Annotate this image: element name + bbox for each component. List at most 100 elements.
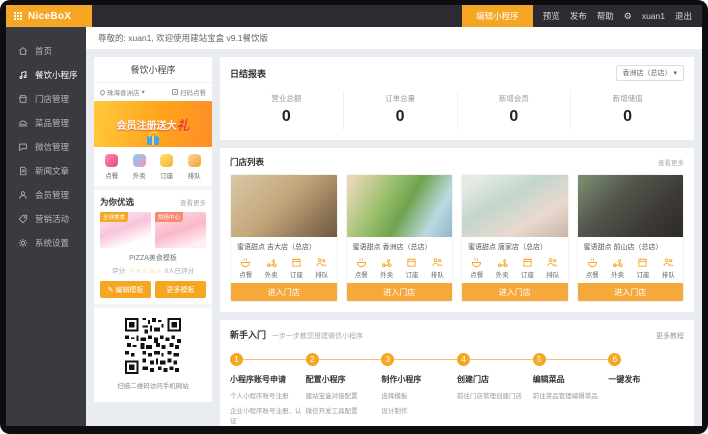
miniprogram-preview-panel: 餐饮小程序 珠海香洲店 ▾ 扫码点餐 会员注册送大 礼	[94, 57, 212, 402]
edit-miniprogram-button[interactable]: 编辑小程序	[462, 5, 533, 27]
store-feature-takeout[interactable]: 外卖	[265, 257, 278, 279]
logout-link[interactable]: 退出	[675, 10, 692, 22]
recommend-title: 为你优选	[100, 196, 134, 208]
banner-text: 会员注册送大	[116, 117, 176, 132]
topbar-links: 预览 发布 帮助 ⚙ xuan1 退出	[533, 5, 702, 27]
calendar-icon	[637, 257, 648, 268]
enter-store-button[interactable]: 进入门店	[347, 283, 453, 301]
location-label: 珠海香洲店	[107, 87, 140, 97]
scan-order-button[interactable]: 扫码点餐	[172, 87, 206, 97]
store-feature-queue[interactable]: 排队	[662, 257, 675, 279]
store-select-dropdown[interactable]: 香洲店（总店） ▾	[616, 65, 684, 81]
guide-step-1: 1 小程序账号申请 个人小程序账号注册 企业小程序账号注册、认证 微信公众号注册…	[230, 353, 306, 426]
store-feature-reservation[interactable]: 订座	[290, 257, 303, 279]
publish-link[interactable]: 发布	[570, 10, 587, 22]
sidebar-item-home[interactable]: 首页	[6, 39, 86, 63]
wechat-icon	[18, 142, 28, 152]
step-link[interactable]: 个人小程序账号注册	[230, 390, 302, 400]
settings-gear-icon[interactable]: ⚙	[624, 11, 632, 22]
sidebar-item-member-management[interactable]: 会员管理	[6, 183, 86, 207]
store-photo	[347, 175, 453, 237]
step-number: 6	[608, 353, 621, 366]
feature-reservation[interactable]: 订座	[160, 154, 173, 180]
store-feature-order[interactable]: 点餐	[239, 257, 252, 279]
scooter-icon	[612, 257, 623, 268]
feature-takeout[interactable]: 外卖	[133, 154, 146, 180]
step-link[interactable]: 企业小程序账号注册、认证	[230, 405, 302, 425]
store-feature-takeout[interactable]: 外卖	[496, 257, 509, 279]
store-feature-reservation[interactable]: 订座	[636, 257, 649, 279]
sidebar-item-label: 会员管理	[35, 189, 69, 201]
recommend-more-link[interactable]: 查看更多	[180, 197, 206, 207]
sidebar-item-wechat-management[interactable]: 微信管理	[6, 135, 86, 159]
store-feature-reservation[interactable]: 订座	[521, 257, 534, 279]
rating-count: 0人已评分	[164, 268, 194, 275]
step-number: 2	[306, 353, 319, 366]
store-feature-takeout[interactable]: 外卖	[380, 257, 393, 279]
calendar-icon	[406, 257, 417, 268]
location-selector[interactable]: 珠海香洲店 ▾	[100, 87, 145, 97]
store-feature-queue[interactable]: 排队	[431, 257, 444, 279]
order-icon	[105, 154, 118, 167]
calendar-icon	[291, 257, 302, 268]
topbar-right: 编辑小程序 预览 发布 帮助 ⚙ xuan1 退出	[462, 5, 702, 27]
step-link[interactable]: 微信开发工具配置	[306, 405, 378, 415]
sidebar-item-label: 门店管理	[35, 93, 69, 105]
template-thumbnail-1[interactable]: 全球美食	[100, 212, 151, 248]
step-link[interactable]: 选择模板	[381, 390, 453, 400]
enter-store-button[interactable]: 进入门店	[231, 283, 337, 301]
store-feature-queue[interactable]: 排队	[546, 257, 559, 279]
sidebar-item-label: 首页	[35, 45, 52, 57]
sidebar-item-news-articles[interactable]: 新闻文章	[6, 159, 86, 183]
gift-icon	[147, 136, 159, 145]
store-feature-order[interactable]: 点餐	[470, 257, 483, 279]
rating-stars[interactable]: ☆☆☆☆☆	[129, 268, 163, 275]
enter-store-button[interactable]: 进入门店	[462, 283, 568, 301]
sidebar-item-store-management[interactable]: 门店管理	[6, 87, 86, 111]
step-title: 编辑菜品	[533, 374, 605, 385]
sidebar-item-label: 新闻文章	[35, 165, 69, 177]
preview-link[interactable]: 预览	[543, 10, 560, 22]
sidebar-item-restaurant-miniprogram[interactable]: 餐饮小程序	[6, 63, 86, 87]
scooter-icon	[497, 257, 508, 268]
queue-people-icon	[663, 257, 674, 268]
step-link[interactable]: 前往菜品管理编辑菜品	[533, 390, 605, 400]
sidebar-item-dish-management[interactable]: 菜品管理	[6, 111, 86, 135]
more-templates-button[interactable]: 更多模板	[155, 281, 206, 298]
report-title: 日结报表	[230, 67, 266, 80]
guide-subtitle: 一步一步教您搭建微信小程序	[272, 331, 363, 341]
store-name: 蜜语甜点 香洲店（总店）	[347, 237, 453, 255]
help-link[interactable]: 帮助	[597, 10, 614, 22]
template-thumbnail-2[interactable]: 烘焙中心	[155, 212, 206, 248]
step-link[interactable]: 设计制作	[381, 405, 453, 415]
marketing-icon	[18, 214, 28, 224]
store-list-more-link[interactable]: 查看更多	[658, 157, 684, 167]
enter-store-button[interactable]: 进入门店	[578, 283, 684, 301]
step-number: 4	[457, 353, 470, 366]
member-gift-banner[interactable]: 会员注册送大 礼	[94, 101, 212, 147]
username-label[interactable]: xuan1	[642, 11, 665, 21]
store-feature-reservation[interactable]: 订座	[405, 257, 418, 279]
store-feature-takeout[interactable]: 外卖	[611, 257, 624, 279]
scan-order-label: 扫码点餐	[180, 87, 206, 97]
app-window: NiceBoX 编辑小程序 预览 发布 帮助 ⚙ xuan1 退出 首页 餐饮小…	[0, 0, 708, 434]
step-number: 1	[230, 353, 243, 366]
store-name: 蜜语甜点 唐家店（总店）	[462, 237, 568, 255]
app-logo[interactable]: NiceBoX	[6, 5, 92, 27]
step-title: 一键发布	[608, 374, 680, 385]
sidebar-item-label: 微信管理	[35, 141, 69, 153]
guide-step-2: 2 配置小程序 建站宝盒对接配置 微信开发工具配置	[306, 353, 382, 426]
step-link[interactable]: 建站宝盒对接配置	[306, 390, 378, 400]
store-feature-order[interactable]: 点餐	[355, 257, 368, 279]
sidebar-item-system-settings[interactable]: 系统设置	[6, 231, 86, 255]
more-tutorials-link[interactable]: 更多教程	[656, 331, 684, 341]
feature-queue[interactable]: 排队	[188, 154, 201, 180]
banner-accent-text: 礼	[176, 115, 189, 134]
store-feature-queue[interactable]: 排队	[315, 257, 328, 279]
feature-order[interactable]: 点餐	[105, 154, 118, 180]
edit-template-button[interactable]: ✎ 编辑模板	[100, 281, 151, 298]
store-feature-order[interactable]: 点餐	[586, 257, 599, 279]
scooter-icon	[266, 257, 277, 268]
step-link[interactable]: 前往门店管理创建门店	[457, 390, 529, 400]
sidebar-item-marketing[interactable]: 营销活动	[6, 207, 86, 231]
